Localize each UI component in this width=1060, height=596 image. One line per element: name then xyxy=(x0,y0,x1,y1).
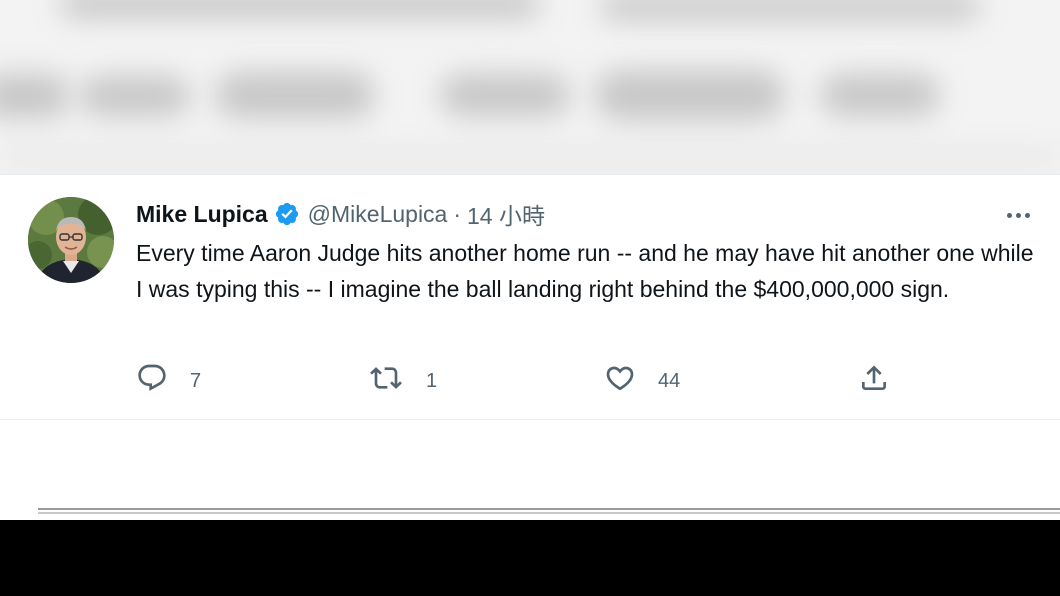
header-separator: · xyxy=(453,200,462,227)
retweet-count: 1 xyxy=(426,369,438,392)
display-name[interactable]: Mike Lupica xyxy=(136,201,268,228)
below-card-area xyxy=(0,420,1060,520)
tweet-text: Every time Aaron Judge hits another home… xyxy=(136,240,1034,302)
like-count: 44 xyxy=(658,369,681,392)
share-icon xyxy=(858,362,890,400)
tweet-actions: 7 1 44 xyxy=(136,362,896,400)
avatar-photo xyxy=(28,197,114,283)
letterbox-bar xyxy=(0,520,1060,596)
tweet-header: Mike Lupica @MikeLupica · 14 小時 xyxy=(136,197,545,231)
timestamp[interactable]: 14 小時 xyxy=(467,197,545,231)
reply-count: 7 xyxy=(190,369,202,392)
avatar[interactable] xyxy=(28,197,114,283)
divider xyxy=(38,508,1060,514)
reply-button[interactable]: 7 xyxy=(136,362,202,400)
heart-icon xyxy=(604,362,636,400)
blurred-background xyxy=(0,0,1060,176)
reply-icon xyxy=(136,362,168,400)
screenshot-frame: Mike Lupica @MikeLupica · 14 小時 Every ti… xyxy=(0,0,1060,596)
tweet-card[interactable]: Mike Lupica @MikeLupica · 14 小時 Every ti… xyxy=(0,174,1060,420)
share-button[interactable] xyxy=(858,365,890,397)
retweet-icon xyxy=(370,362,402,400)
like-button[interactable]: 44 xyxy=(604,365,680,397)
handle[interactable]: @MikeLupica xyxy=(308,201,448,228)
retweet-button[interactable]: 1 xyxy=(370,365,437,397)
more-horizontal-icon[interactable] xyxy=(1000,205,1036,225)
verified-badge-icon xyxy=(274,201,300,227)
